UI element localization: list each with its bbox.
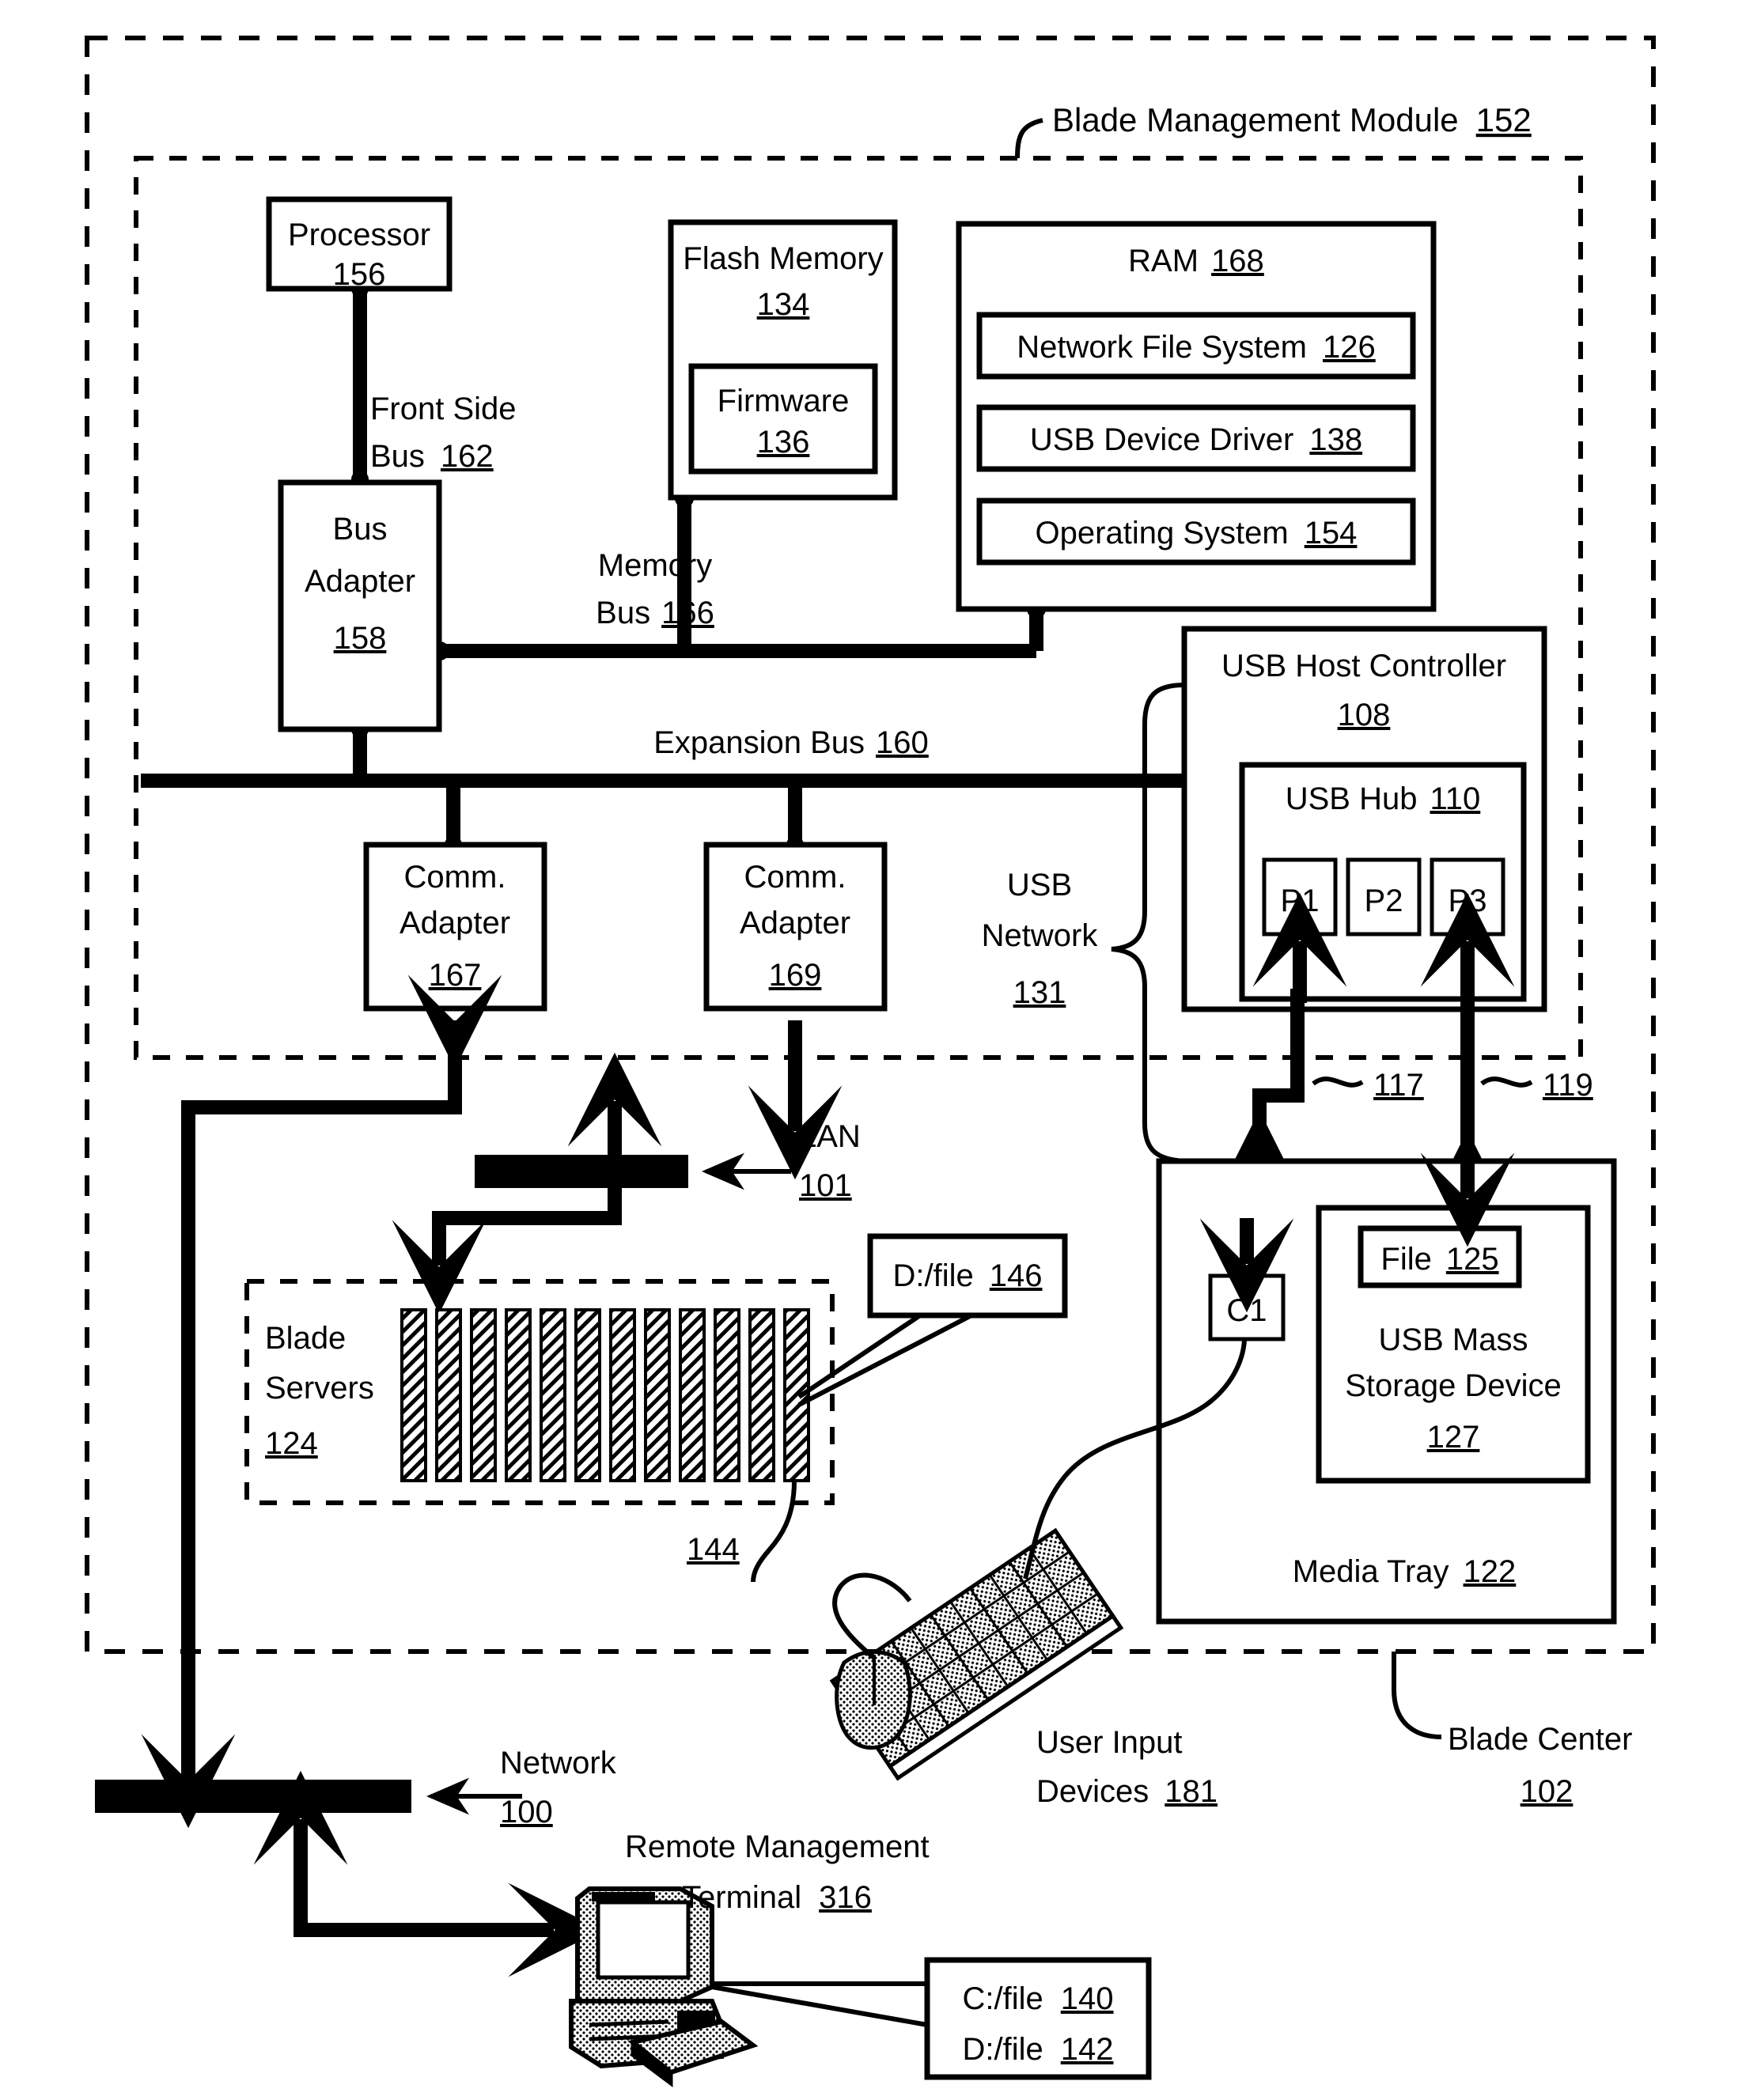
comm-adapter-167-line2: Adapter xyxy=(400,906,510,940)
blade-servers-ref: 124 xyxy=(265,1426,318,1461)
usb-network-line2: Network xyxy=(982,918,1099,953)
front-side-bus-line2: Bus 162 xyxy=(370,439,494,474)
usb-cable-119-ref: 119 xyxy=(1543,1068,1593,1103)
comm-adapter-167-ref: 167 xyxy=(429,958,482,993)
bus-adapter-block: Bus Adapter 158 xyxy=(278,479,442,732)
operating-system-label: Operating System 154 xyxy=(1036,516,1358,551)
port-p1-label: P1 xyxy=(1281,884,1320,918)
usb-host-controller-ref: 108 xyxy=(1338,698,1391,732)
c-file-140-label: C:/file 140 xyxy=(963,1981,1114,2016)
comm-adapter-169-ref: 169 xyxy=(769,958,822,993)
d-file-146-callout: D:/file 146 xyxy=(797,1233,1068,1407)
comm-adapter-169-block: Comm. Adapter 169 xyxy=(703,842,888,1012)
comm-adapter-167-line1: Comm. xyxy=(404,860,506,895)
usb-cable-117-wire xyxy=(1212,989,1307,1205)
port-p3-label: P3 xyxy=(1449,884,1487,918)
comm-adapter-169-line1: Comm. xyxy=(744,860,846,895)
processor-ref: 156 xyxy=(333,257,386,292)
media-tray-label: Media Tray 122 xyxy=(1293,1554,1517,1589)
blade-center-ref: 102 xyxy=(1521,1774,1574,1809)
usb-host-controller-label: USB Host Controller xyxy=(1221,649,1506,683)
usb-mass-storage-line2: Storage Device xyxy=(1345,1368,1561,1403)
blade-management-module-leader xyxy=(1015,118,1043,159)
d-file-142-label: D:/file 142 xyxy=(963,2032,1114,2067)
processor-label: Processor xyxy=(288,218,430,252)
blade-server-slats xyxy=(400,1308,810,1482)
blade-management-module-label: Blade Management Module 152 xyxy=(1052,101,1532,138)
network-label: Network xyxy=(500,1746,617,1780)
figure-canvas: Blade Management Module 152 Processor 156… xyxy=(0,0,1761,2100)
usb-cable-117-leader xyxy=(1312,1076,1364,1088)
user-input-devices-line2: Devices 181 xyxy=(1036,1774,1218,1809)
d-file-146-label: D:/file 146 xyxy=(893,1258,1043,1293)
flash-memory-label: Flash Memory xyxy=(683,241,883,276)
bus-adapter-line1: Bus xyxy=(333,512,388,547)
blade-chassis-ref: 144 xyxy=(687,1532,740,1567)
usb-hub-label: USB Hub 110 xyxy=(1286,781,1481,816)
blade-servers-line1: Blade xyxy=(265,1321,346,1356)
usb-mass-storage-line1: USB Mass xyxy=(1379,1322,1528,1357)
blade-servers-line2: Servers xyxy=(265,1371,374,1406)
comm-adapter-169-line2: Adapter xyxy=(740,906,850,940)
ram-title: RAM 168 xyxy=(1128,244,1264,278)
memory-bus-line1: Memory xyxy=(598,548,712,583)
terminal-files-callout: C:/file 140 D:/file 142 xyxy=(711,1957,1152,2080)
expansion-bus-label: Expansion Bus 160 xyxy=(653,725,929,760)
blade-chassis-leader xyxy=(751,1480,797,1583)
usb-network-brace xyxy=(1111,683,1185,1164)
front-side-bus-line1: Front Side xyxy=(370,392,517,426)
usb-device-driver-label: USB Device Driver 138 xyxy=(1030,422,1362,457)
flash-memory-ref: 134 xyxy=(757,287,810,322)
usb-mass-storage-ref: 127 xyxy=(1427,1420,1480,1455)
flash-memory-block: Flash Memory 134 Firmware 136 xyxy=(668,219,898,501)
network-bar xyxy=(95,1780,411,1813)
memory-bus-line2: Bus 166 xyxy=(596,596,714,630)
blade-servers-block: Blade Servers 124 xyxy=(244,1279,835,1505)
ram-block: RAM 168 Network File System 126 USB Device… xyxy=(956,221,1437,612)
usb-cable-119-leader xyxy=(1480,1076,1533,1088)
bus-adapter-ref: 158 xyxy=(334,621,387,656)
firmware-ref: 136 xyxy=(757,425,810,460)
firmware-label: Firmware xyxy=(718,384,850,418)
usb-host-controller-block: USB Host Controller 108 USB Hub 110 P1 P2… xyxy=(1181,626,1547,1012)
user-input-devices-line1: User Input xyxy=(1036,1725,1183,1760)
network-ref: 100 xyxy=(500,1795,553,1829)
remote-management-terminal-line2: Terminal 316 xyxy=(682,1880,872,1915)
blade-center-label: Blade Center xyxy=(1448,1722,1632,1757)
comm-adapter-167-block: Comm. Adapter 167 xyxy=(363,842,547,1012)
lan-ref: 101 xyxy=(799,1168,852,1203)
usb-cable-117-ref: 117 xyxy=(1373,1068,1424,1103)
remote-management-terminal-line1: Remote Management xyxy=(625,1829,930,1864)
network-to-terminal-wire xyxy=(294,1819,603,1977)
port-p2-label: P2 xyxy=(1365,884,1403,918)
blade-center-leader xyxy=(1392,1652,1442,1739)
connector-c1-label: C1 xyxy=(1226,1293,1267,1328)
processor-block: Processor 156 xyxy=(266,196,453,292)
usb-network-ref: 131 xyxy=(1013,975,1066,1010)
usb-network-line1: USB xyxy=(1007,868,1072,902)
bus-adapter-line2: Adapter xyxy=(305,564,415,599)
lan-bar xyxy=(475,1155,688,1188)
lan-label: LAN xyxy=(799,1119,861,1154)
media-tray-block: Media Tray 122 C1 File 125 USB Mass Storag… xyxy=(1156,1158,1617,1625)
